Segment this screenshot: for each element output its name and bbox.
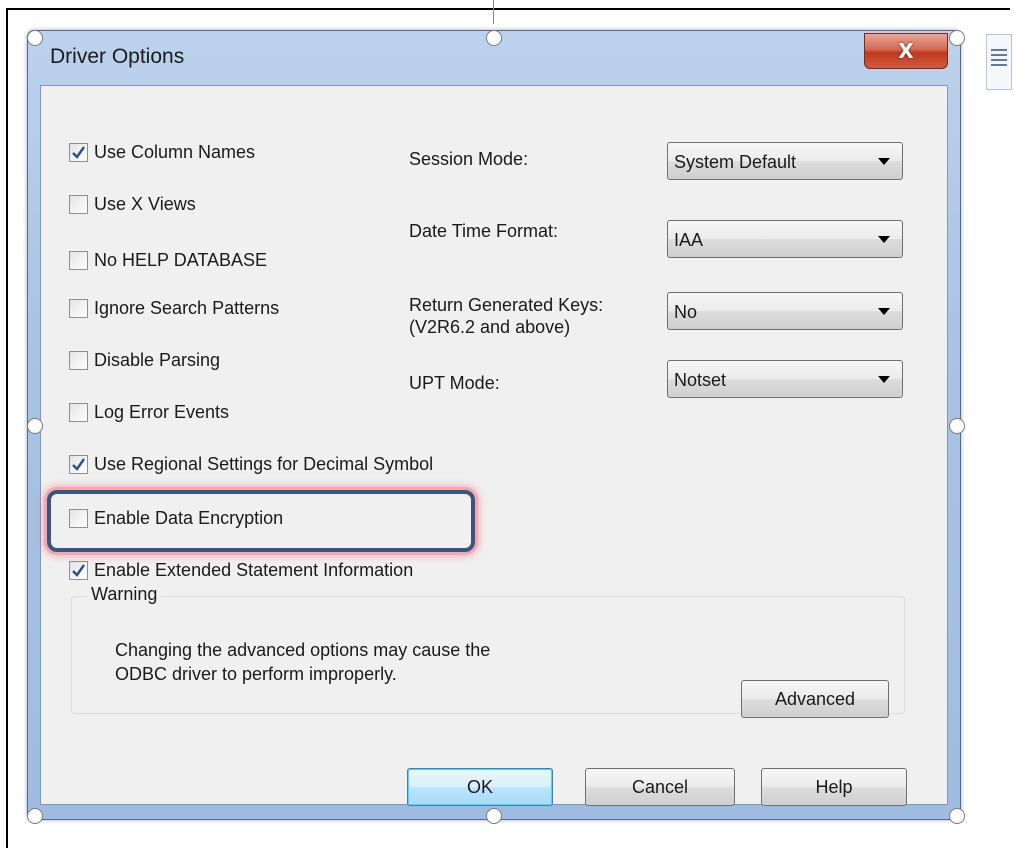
resize-handle-left[interactable] [27, 418, 43, 434]
return-generated-keys-label: Return Generated Keys: [409, 295, 604, 315]
date-time-format-select[interactable]: IAA [667, 220, 903, 258]
checkbox-box[interactable] [69, 561, 88, 580]
checkbox-box[interactable] [69, 251, 88, 270]
checkbox-label: Enable Extended Statement Information [94, 560, 414, 580]
date-time-format-value: IAA [674, 230, 704, 250]
warning-line-1: Changing the advanced options may cause … [115, 640, 491, 660]
checkbox-box[interactable] [69, 455, 88, 474]
upt-mode-value: Notset [674, 370, 727, 390]
checkbox-label: Log Error Events [94, 402, 230, 422]
date-time-format-label: Date Time Format: [409, 221, 559, 241]
session-mode-select[interactable]: System Default [667, 142, 903, 180]
advanced-button[interactable]: Advanced [741, 680, 889, 718]
checkbox-box[interactable] [69, 143, 88, 162]
annotation-highlight [47, 490, 475, 552]
checkbox-regional-decimal-symbol[interactable]: Use Regional Settings for Decimal Symbol [69, 454, 433, 475]
checkbox-ignore-search-patterns[interactable]: Ignore Search Patterns [69, 298, 279, 319]
chevron-down-icon [878, 158, 890, 165]
return-generated-keys-select[interactable]: No [667, 292, 903, 330]
warning-legend: Warning [87, 584, 162, 605]
checkbox-box[interactable] [69, 299, 88, 318]
warning-line-2: ODBC driver to perform improperly. [115, 664, 397, 684]
driver-options-dialog: Driver Options X Use Column Names Use X … [27, 30, 961, 820]
checkbox-box[interactable] [69, 195, 88, 214]
resize-handle-bottom-right[interactable] [949, 808, 965, 824]
chevron-down-icon [878, 236, 890, 243]
checkbox-label: Disable Parsing [94, 350, 221, 370]
checkmark-icon [72, 146, 85, 159]
checkbox-label: Use Regional Settings for Decimal Symbol [94, 454, 434, 474]
session-mode-label: Session Mode: [409, 149, 529, 169]
checkbox-disable-parsing[interactable]: Disable Parsing [69, 350, 220, 371]
layout-options-icon[interactable] [986, 34, 1012, 90]
checkbox-extended-statement-info[interactable]: Enable Extended Statement Information [69, 560, 413, 581]
checkbox-box[interactable] [69, 351, 88, 370]
resize-handle-bottom-left[interactable] [27, 808, 43, 824]
checkbox-label: Use Column Names [94, 142, 256, 162]
checkbox-no-help-database[interactable]: No HELP DATABASE [69, 250, 267, 271]
checkbox-use-x-views[interactable]: Use X Views [69, 194, 196, 215]
checkbox-label: Ignore Search Patterns [94, 298, 280, 318]
chevron-down-icon [878, 376, 890, 383]
close-button[interactable]: X [864, 33, 948, 69]
resize-handle-top-left[interactable] [27, 30, 43, 46]
checkbox-box[interactable] [69, 403, 88, 422]
resize-handle-right[interactable] [949, 418, 965, 434]
resize-handle-top-right[interactable] [949, 30, 965, 46]
checkmark-icon [72, 458, 85, 471]
session-mode-value: System Default [674, 152, 797, 172]
chevron-down-icon [878, 308, 890, 315]
checkbox-log-error-events[interactable]: Log Error Events [69, 402, 229, 423]
return-generated-keys-note: (V2R6.2 and above) [409, 317, 571, 337]
warning-text: Changing the advanced options may cause … [115, 638, 490, 686]
checkmark-icon [72, 564, 85, 577]
rotation-handle-stem [493, 0, 494, 24]
resize-handle-top[interactable] [486, 30, 502, 46]
checkbox-use-column-names[interactable]: Use Column Names [69, 142, 255, 163]
cancel-button[interactable]: Cancel [585, 768, 735, 806]
dialog-title: Driver Options [50, 45, 185, 68]
checkbox-label: Use X Views [94, 194, 196, 214]
return-generated-keys-value: No [674, 302, 698, 322]
close-icon: X [898, 39, 914, 63]
dialog-client-area: Use Column Names Use X Views No HELP DAT… [40, 85, 948, 806]
help-button[interactable]: Help [761, 768, 907, 806]
upt-mode-label: UPT Mode: [409, 373, 500, 393]
upt-mode-select[interactable]: Notset [667, 360, 903, 398]
resize-handle-bottom[interactable] [486, 808, 502, 824]
ok-button[interactable]: OK [407, 768, 553, 806]
checkbox-label: No HELP DATABASE [94, 250, 268, 270]
